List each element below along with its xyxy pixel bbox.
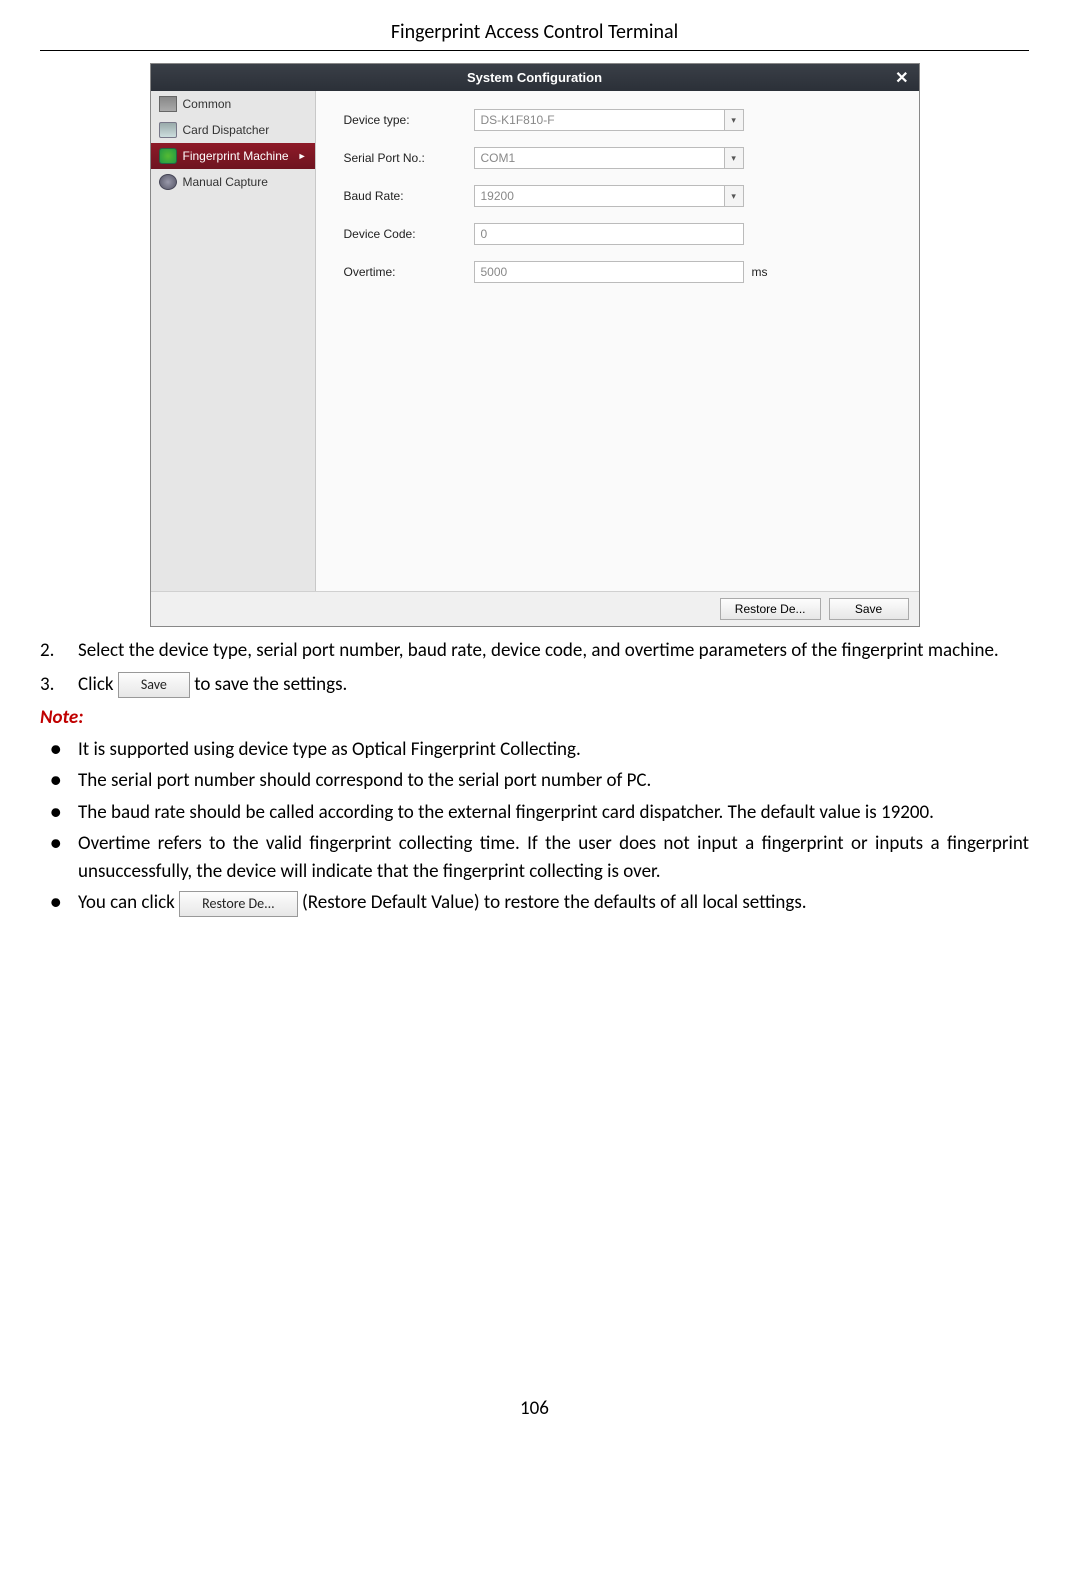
row-device-code: Device Code:: [344, 223, 899, 245]
bullet-item: ● The serial port number should correspo…: [40, 767, 1029, 795]
sidebar-item-card-dispatcher[interactable]: Card Dispatcher: [151, 117, 315, 143]
bullet-item: ● It is supported using device type as O…: [40, 736, 1029, 764]
page-number: 106: [40, 1397, 1029, 1420]
window-title: System Configuration: [467, 70, 602, 85]
row-overtime: Overtime: ms: [344, 261, 899, 283]
inline-save-button: Save: [118, 672, 190, 698]
row-baud-rate: Baud Rate: ▾: [344, 185, 899, 207]
bullet-item: ● You can click Restore De... (Restore D…: [40, 889, 1029, 917]
sidebar-item-fingerprint-machine[interactable]: Fingerprint Machine: [151, 143, 315, 169]
bullet-dot: ●: [40, 736, 78, 764]
sidebar-item-common[interactable]: Common: [151, 91, 315, 117]
window-titlebar: System Configuration ✕: [151, 64, 919, 91]
restore-default-button[interactable]: Restore De...: [720, 598, 821, 620]
document-body: 2. Select the device type, serial port n…: [40, 637, 1029, 917]
save-button[interactable]: Save: [829, 598, 909, 620]
step-text: Click Save to save the settings.: [78, 671, 1029, 699]
bullet-text: It is supported using device type as Opt…: [78, 736, 1029, 764]
bullet-text: You can click Restore De... (Restore Def…: [78, 889, 1029, 917]
step-3: 3. Click Save to save the settings.: [40, 671, 1029, 699]
bullet-dot: ●: [40, 767, 78, 795]
bullet-dot: ●: [40, 830, 78, 885]
step3-after: to save the settings.: [194, 673, 347, 696]
note-bullets: ● It is supported using device type as O…: [40, 736, 1029, 917]
monitor-icon: [159, 96, 177, 112]
sidebar-item-manual-capture[interactable]: Manual Capture: [151, 169, 315, 195]
overtime-input[interactable]: [474, 261, 744, 283]
device-code-input[interactable]: [474, 223, 744, 245]
step-number: 2.: [40, 637, 78, 665]
row-device-type: Device type: ▾: [344, 109, 899, 131]
step-number: 3.: [40, 671, 78, 699]
sidebar-item-label: Common: [183, 97, 232, 111]
label-device-type: Device type:: [344, 113, 474, 127]
note-label: Note:: [40, 704, 1029, 732]
inline-restore-button: Restore De...: [179, 891, 298, 917]
bullet-text: The baud rate should be called according…: [78, 799, 1029, 827]
card-icon: [159, 122, 177, 138]
page-header-title: Fingerprint Access Control Terminal: [40, 20, 1029, 51]
system-config-window: System Configuration ✕ Common Card Dispa…: [150, 63, 920, 627]
close-icon[interactable]: ✕: [895, 68, 908, 88]
bullet-item: ● The baud rate should be called accordi…: [40, 799, 1029, 827]
bullet-item: ● Overtime refers to the valid fingerpri…: [40, 830, 1029, 885]
sidebar-item-label: Manual Capture: [183, 175, 268, 189]
label-baud-rate: Baud Rate:: [344, 189, 474, 203]
label-serial-port: Serial Port No.:: [344, 151, 474, 165]
label-overtime: Overtime:: [344, 265, 474, 279]
step3-before: Click: [78, 673, 118, 696]
chevron-down-icon[interactable]: ▾: [725, 109, 744, 131]
baud-rate-select[interactable]: [474, 185, 725, 207]
chevron-down-icon[interactable]: ▾: [725, 147, 744, 169]
camera-icon: [159, 174, 177, 190]
step-2: 2. Select the device type, serial port n…: [40, 637, 1029, 665]
device-type-select[interactable]: [474, 109, 725, 131]
row-serial-port: Serial Port No.: ▾: [344, 147, 899, 169]
bullet-dot: ●: [40, 799, 78, 827]
window-footer: Restore De... Save: [151, 591, 919, 626]
fingerprint-icon: [159, 148, 177, 164]
form-area: Device type: ▾ Serial Port No.: ▾ Baud R…: [316, 91, 919, 591]
overtime-unit: ms: [752, 265, 768, 279]
step-text: Select the device type, serial port numb…: [78, 637, 1029, 665]
bullet5-after: (Restore Default Value) to restore the d…: [302, 891, 807, 914]
sidebar-item-label: Fingerprint Machine: [183, 149, 289, 163]
sidebar: Common Card Dispatcher Fingerprint Machi…: [151, 91, 316, 591]
bullet5-before: You can click: [78, 891, 179, 914]
chevron-down-icon[interactable]: ▾: [725, 185, 744, 207]
bullet-text: The serial port number should correspond…: [78, 767, 1029, 795]
label-device-code: Device Code:: [344, 227, 474, 241]
bullet-text: Overtime refers to the valid fingerprint…: [78, 830, 1029, 885]
bullet-dot: ●: [40, 889, 78, 917]
window-body: Common Card Dispatcher Fingerprint Machi…: [151, 91, 919, 591]
sidebar-item-label: Card Dispatcher: [183, 123, 270, 137]
serial-port-select[interactable]: [474, 147, 725, 169]
